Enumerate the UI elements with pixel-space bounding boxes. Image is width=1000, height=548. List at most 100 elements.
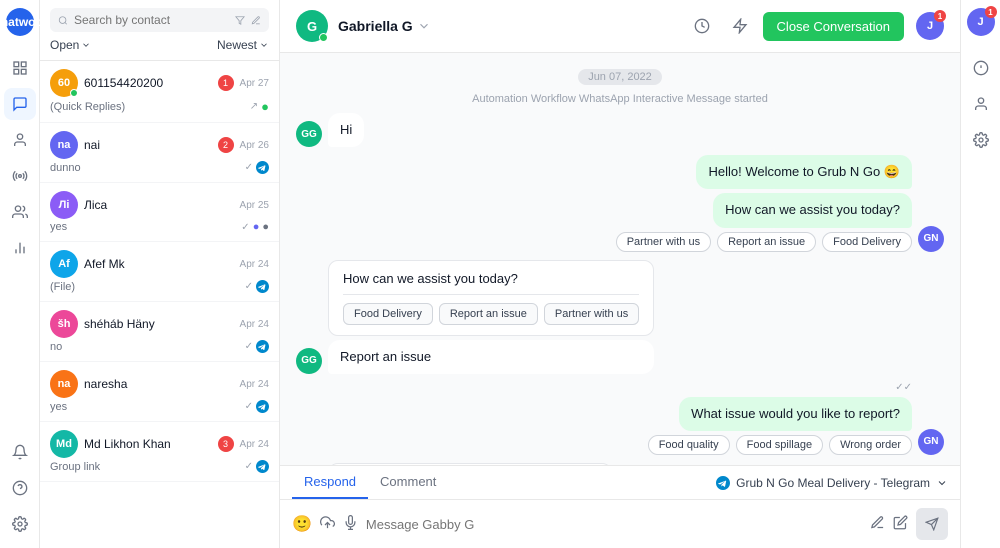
notification-badge: 1: [934, 10, 946, 22]
channel-selector[interactable]: Grub N Go Meal Delivery - Telegram: [716, 466, 948, 499]
option-report-issue[interactable]: Report an issue: [439, 303, 538, 325]
open-filter[interactable]: Open: [50, 38, 91, 52]
option-food[interactable]: Food Delivery: [822, 232, 912, 252]
read-ticks: ✓✓: [895, 382, 912, 393]
option-wrong-order[interactable]: Wrong order: [829, 435, 912, 455]
avatar: GG: [296, 348, 322, 374]
avatar: na: [50, 131, 78, 159]
conv-list-header: Open Newest: [40, 0, 279, 61]
right-contacts-icon[interactable]: [965, 88, 997, 120]
user-avatar[interactable]: Chatwoot: [6, 8, 34, 36]
list-item[interactable]: na naresha Apr 24 yes ✓: [40, 362, 279, 422]
list-item[interactable]: na nai 2 Apr 26 dunno ✓: [40, 123, 279, 183]
telegram-channel-icon: [716, 476, 730, 490]
chat-contact-name: Gabriella G: [338, 18, 677, 34]
lightning-icon: [732, 18, 748, 34]
list-item[interactable]: Md Md Likhon Khan 3 Apr 24 Group link ✓: [40, 422, 279, 482]
tab-comment[interactable]: Comment: [368, 466, 448, 499]
filter-row: Open Newest: [50, 38, 269, 52]
option-partner-with-us[interactable]: Partner with us: [544, 303, 639, 325]
filter-icon[interactable]: [235, 14, 245, 27]
sidebar: Chatwoot: [0, 0, 40, 548]
avatar: GN: [918, 429, 944, 455]
right-settings-icon[interactable]: [965, 124, 997, 156]
upload-icon[interactable]: [320, 515, 335, 533]
compose-icon[interactable]: [251, 14, 261, 27]
incoming-interactive-group: How can we assist you today? Food Delive…: [328, 260, 654, 374]
avatar: Af: [50, 250, 78, 278]
outgoing-message-group: Hello! Welcome to Grub N Go 😄 How can we…: [616, 155, 912, 251]
avatar: Md: [50, 430, 78, 458]
clock-icon: [694, 18, 710, 34]
right-panel: J 1: [960, 0, 1000, 548]
option-food-quality[interactable]: Food quality: [648, 435, 730, 455]
send-icon: [925, 517, 939, 531]
message-row: ✓✓ What issue would you like to report? …: [296, 382, 944, 455]
sort-chevron-icon: [259, 40, 269, 50]
audio-icon[interactable]: [343, 515, 358, 533]
send-button[interactable]: [916, 508, 948, 540]
notification-badge: 1: [985, 6, 997, 18]
system-message: Automation Workflow WhatsApp Interactive…: [472, 93, 768, 105]
telegram-icon: [256, 161, 269, 174]
sidebar-item-home[interactable]: [4, 52, 36, 84]
channel-chevron-icon: [936, 477, 948, 489]
message-bubble: Hi: [328, 113, 364, 147]
telegram-icon: [256, 340, 269, 353]
list-item[interactable]: 60 601154420200 1 Apr 27 (Quick Replies)…: [40, 61, 279, 123]
avatar: na: [50, 370, 78, 398]
sidebar-item-teams[interactable]: [4, 196, 36, 228]
list-item[interactable]: Лі Ліса Apr 25 yes ✓ ● ●: [40, 183, 279, 242]
chat-header-actions: Close Conversation J 1: [687, 11, 944, 41]
footer-input-row: 🙂: [280, 500, 960, 548]
chat-area: G Gabriella G Close Conversation J 1 Jun…: [280, 0, 960, 548]
chat-footer: Respond Comment Grub N Go Meal Delivery …: [280, 465, 960, 548]
lightning-icon-btn[interactable]: [725, 11, 755, 41]
avatar: Лі: [50, 191, 78, 219]
avatar: GG: [296, 121, 322, 147]
sidebar-item-conversations[interactable]: [4, 88, 36, 120]
outgoing-message-group: ✓✓ What issue would you like to report? …: [648, 382, 912, 455]
option-food-delivery[interactable]: Food Delivery: [343, 303, 433, 325]
chat-contact-avatar: G: [296, 10, 328, 42]
interactive-question: How can we assist you today?: [343, 271, 639, 286]
agent-avatar[interactable]: J 1: [916, 12, 944, 40]
signature-icon[interactable]: [870, 515, 885, 533]
list-item[interactable]: šh shéháb Häny Apr 24 no ✓: [40, 302, 279, 362]
emoji-icon[interactable]: 🙂: [292, 514, 312, 534]
close-conversation-button[interactable]: Close Conversation: [763, 12, 904, 41]
message-bubble: What issue would you like to report?: [679, 397, 912, 431]
messages-area: Jun 07, 2022 Automation Workflow WhatsAp…: [280, 53, 960, 465]
chevron-down-icon[interactable]: [417, 19, 431, 33]
sort-filter[interactable]: Newest: [217, 38, 269, 52]
option-partner[interactable]: Partner with us: [616, 232, 711, 252]
outgoing-options: Partner with us Report an issue Food Del…: [616, 232, 912, 252]
tab-respond[interactable]: Respond: [292, 466, 368, 499]
option-report[interactable]: Report an issue: [717, 232, 816, 252]
sidebar-item-help[interactable]: [4, 472, 36, 504]
telegram-icon: [256, 400, 269, 413]
sidebar-item-reports[interactable]: [4, 232, 36, 264]
telegram-icon: [256, 280, 269, 293]
avatar: GN: [918, 226, 944, 252]
message-bubble: Hello! Welcome to Grub N Go 😄: [696, 155, 912, 189]
search-bar[interactable]: [50, 8, 269, 32]
sidebar-item-notifications[interactable]: [4, 436, 36, 468]
interactive-message: How can we assist you today? Food Delive…: [328, 260, 654, 336]
right-agent-avatar[interactable]: J 1: [967, 8, 995, 36]
outgoing-options: Food quality Food spillage Wrong order: [648, 435, 912, 455]
history-icon-btn[interactable]: [687, 11, 717, 41]
search-input[interactable]: [74, 13, 229, 27]
sidebar-item-contacts[interactable]: [4, 124, 36, 156]
conversation-info-icon[interactable]: [965, 52, 997, 84]
sidebar-item-broadcast[interactable]: [4, 160, 36, 192]
conversation-items: 60 601154420200 1 Apr 27 (Quick Replies)…: [40, 61, 279, 548]
avatar: šh: [50, 310, 78, 338]
list-item[interactable]: Af Afef Mk Apr 24 (File) ✓: [40, 242, 279, 302]
open-chevron-icon: [81, 40, 91, 50]
option-food-spillage[interactable]: Food spillage: [736, 435, 823, 455]
message-input[interactable]: [366, 517, 862, 532]
rich-text-icon[interactable]: [893, 515, 908, 533]
telegram-icon: [256, 460, 269, 473]
sidebar-item-settings[interactable]: [4, 508, 36, 540]
